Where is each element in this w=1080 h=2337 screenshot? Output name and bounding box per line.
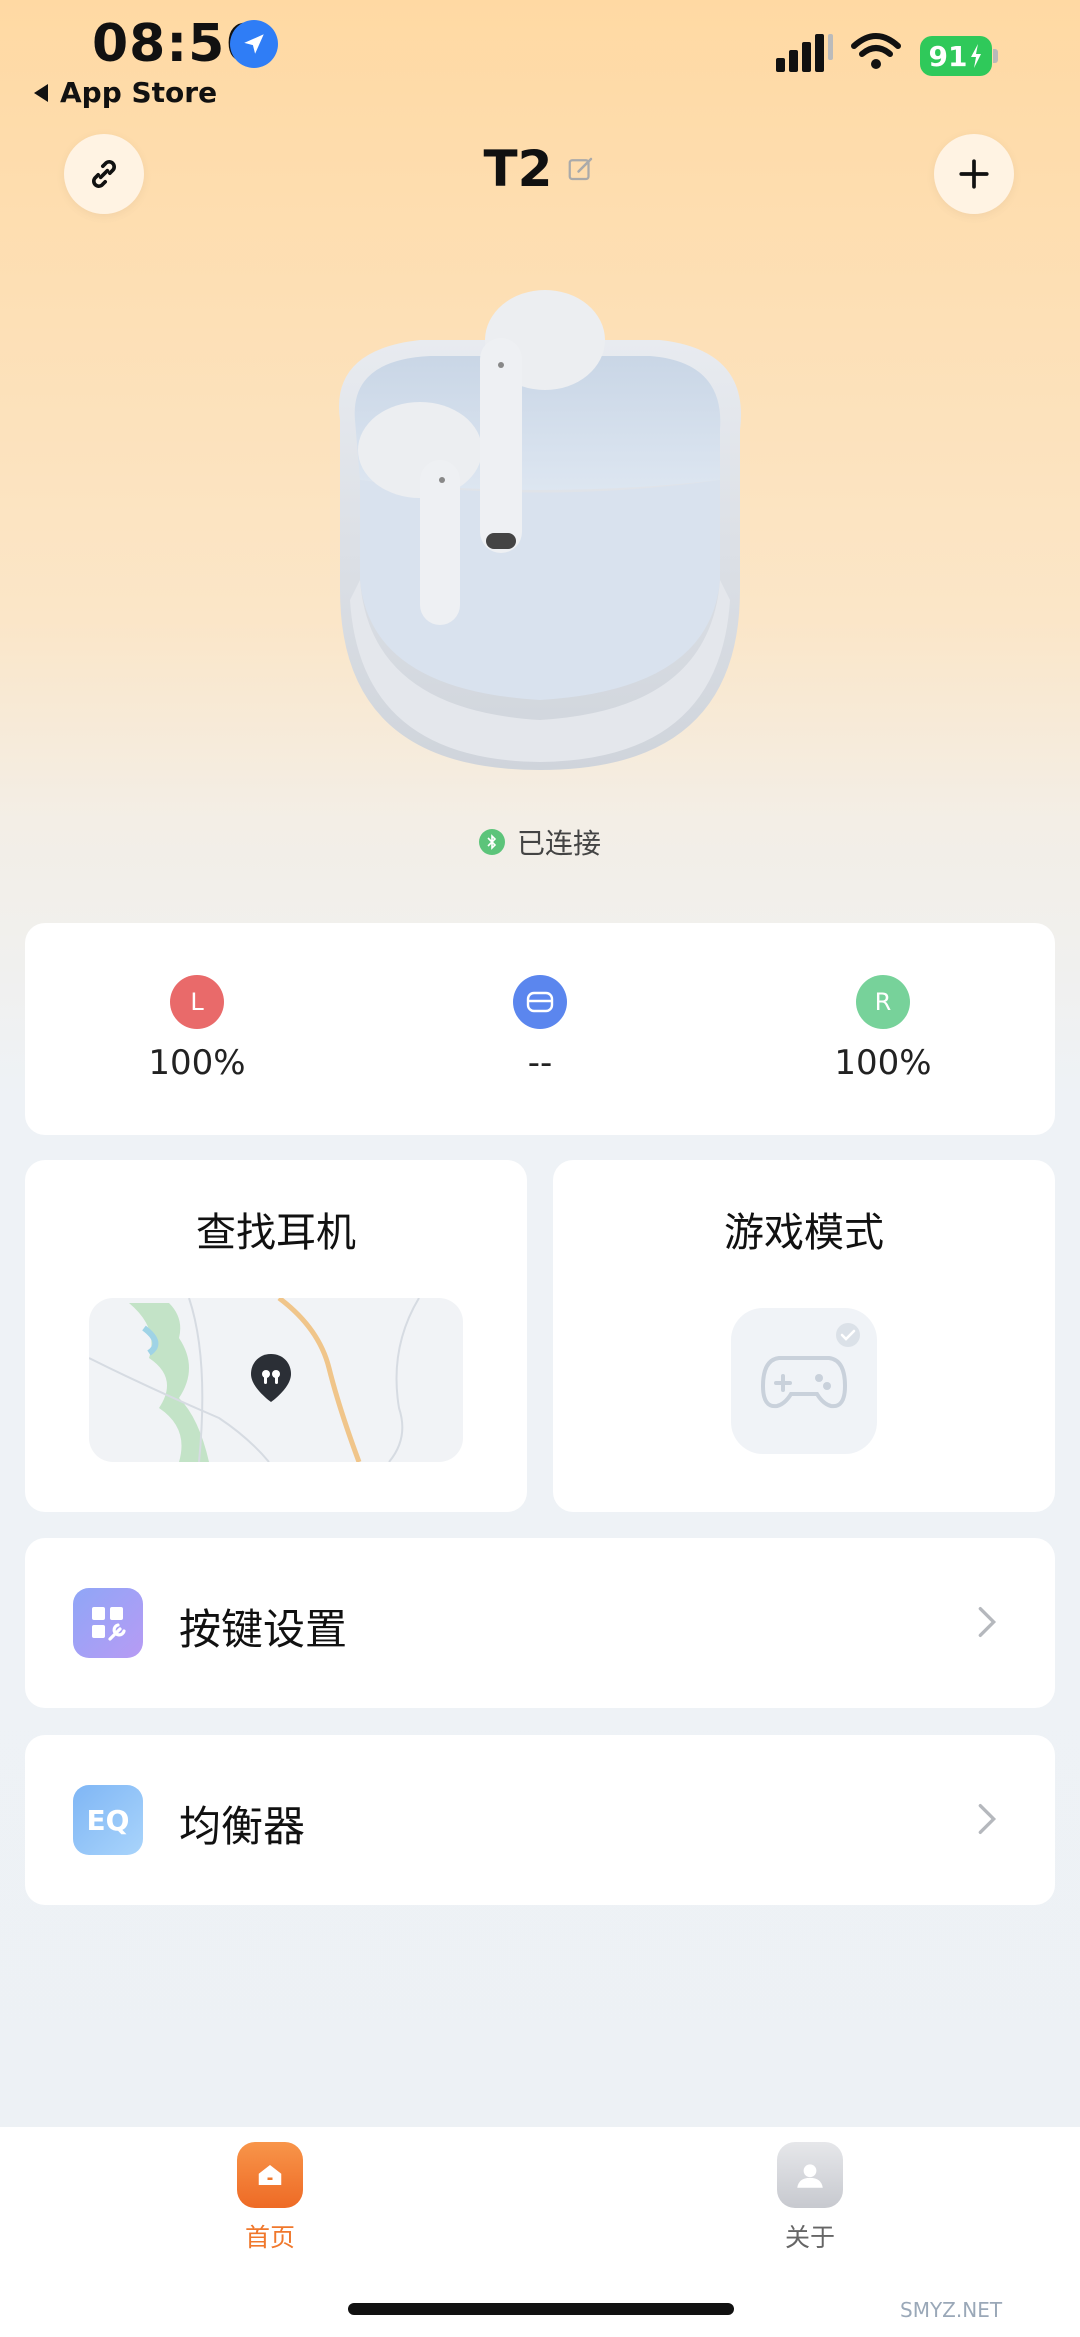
- tab-home[interactable]: 首页: [170, 2142, 370, 2254]
- find-map[interactable]: [89, 1298, 463, 1462]
- left-battery-value: 100%: [148, 1043, 246, 1083]
- home-icon: [237, 2142, 303, 2208]
- game-mode-title: 游戏模式: [724, 1210, 884, 1256]
- map-pin-icon: [249, 1352, 293, 1404]
- back-to-app-store[interactable]: App Store: [32, 76, 217, 109]
- tab-about-label: 关于: [784, 2223, 835, 2252]
- battery-tip: [993, 49, 998, 63]
- left-badge: L: [170, 975, 224, 1029]
- case-battery-value: --: [527, 1043, 553, 1083]
- battery-level: 91: [928, 39, 968, 73]
- equalizer-label: 均衡器: [179, 1802, 306, 1851]
- back-triangle-icon: [34, 83, 48, 102]
- key-settings-row[interactable]: 按键设置: [25, 1538, 1055, 1708]
- right-battery-value: 100%: [834, 1043, 932, 1083]
- grid-wrench-icon: [73, 1588, 143, 1658]
- wifi-icon: [851, 33, 901, 69]
- gamepad-icon[interactable]: [731, 1308, 877, 1454]
- cellular-signal-icon: [776, 34, 833, 72]
- tab-about[interactable]: 关于: [710, 2142, 910, 2254]
- game-mode-card[interactable]: 游戏模式: [553, 1160, 1055, 1512]
- watermark: SMYZ.NET: [900, 2298, 1003, 2322]
- home-indicator: [348, 2303, 734, 2315]
- device-title-bar: T2: [0, 140, 1080, 198]
- user-icon: [777, 2142, 843, 2208]
- battery-card: L 100% -- R 100%: [25, 923, 1055, 1135]
- eq-icon: EQ: [73, 1785, 143, 1855]
- chevron-right-icon: [978, 1804, 997, 1834]
- bluetooth-icon: [478, 829, 505, 855]
- check-circle-icon: [836, 1323, 860, 1347]
- left-earbud-battery: L 100%: [97, 975, 297, 1083]
- case-icon: [513, 975, 567, 1029]
- find-earbuds-title: 查找耳机: [196, 1210, 356, 1256]
- right-earbud-battery: R 100%: [783, 975, 983, 1083]
- edit-icon[interactable]: [566, 154, 596, 184]
- chevron-right-icon: [978, 1607, 997, 1637]
- plus-icon: [959, 159, 989, 189]
- eq-icon-text: EQ: [86, 1803, 130, 1837]
- connection-status-text: 已连接: [516, 827, 601, 860]
- device-title: T2: [483, 140, 553, 198]
- find-earbuds-card[interactable]: 查找耳机: [25, 1160, 527, 1512]
- equalizer-row[interactable]: EQ 均衡器: [25, 1735, 1055, 1905]
- connection-status: 已连接: [0, 822, 1080, 862]
- key-settings-label: 按键设置: [179, 1605, 348, 1654]
- back-app-label: App Store: [60, 76, 218, 109]
- tab-home-label: 首页: [244, 2223, 295, 2252]
- location-arrow-icon: [230, 20, 278, 68]
- earbuds-case-image: [339, 290, 741, 770]
- add-device-button[interactable]: [934, 134, 1014, 214]
- battery-charging-icon: 91: [920, 36, 992, 76]
- case-battery: --: [440, 975, 640, 1083]
- right-badge: R: [856, 975, 910, 1029]
